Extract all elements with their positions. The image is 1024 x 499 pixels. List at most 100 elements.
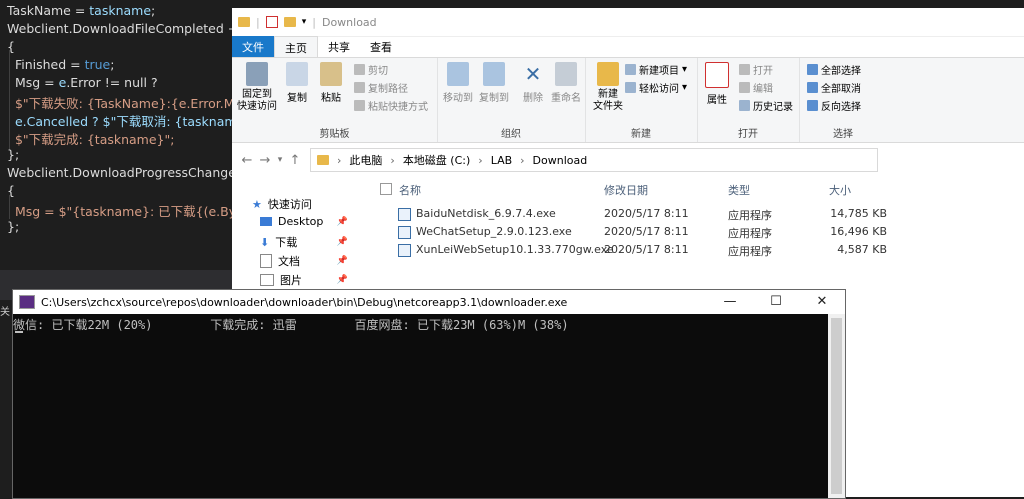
chevron-down-icon: ▾ bbox=[682, 82, 688, 93]
edit-icon bbox=[739, 82, 750, 93]
console-scrollbar[interactable] bbox=[828, 314, 845, 498]
close-button[interactable]: ✕ bbox=[799, 290, 845, 314]
open-group: 属性 打开 编辑 历史记录 打开 bbox=[697, 58, 800, 142]
copy-to-icon bbox=[483, 62, 505, 86]
paste-button[interactable]: 粘贴 bbox=[310, 62, 352, 104]
file-date: 2020/5/17 8:11 bbox=[604, 243, 689, 256]
nav-item-documents[interactable]: 文档 📌 bbox=[260, 253, 348, 269]
pin-quick-access-button[interactable]: 固定到 快速访问 bbox=[236, 62, 278, 113]
file-row[interactable]: BaiduNetdisk_6.9.7.4.exe 2020/5/17 8:11 … bbox=[370, 207, 1024, 225]
window-title: Download bbox=[321, 15, 377, 29]
new-folder-icon[interactable] bbox=[283, 17, 296, 27]
explorer-titlebar[interactable]: | ▾ | Download bbox=[232, 8, 1024, 37]
new-folder-button[interactable]: 新建 文件夹 bbox=[587, 62, 629, 113]
console-titlebar[interactable]: C:\Users\zchcx\source\repos\downloader\d… bbox=[13, 290, 845, 314]
new-item-button[interactable]: 新建项目 ▾ bbox=[625, 62, 687, 77]
file-date: 2020/5/17 8:11 bbox=[604, 225, 689, 238]
minimize-button[interactable]: — bbox=[707, 290, 753, 314]
breadcrumb-item[interactable]: 本地磁盘 (C:) bbox=[403, 152, 470, 168]
pin-icon: 📌 bbox=[336, 216, 348, 227]
column-header-type[interactable]: 类型 bbox=[728, 182, 750, 198]
properties-icon[interactable] bbox=[265, 16, 278, 28]
pin-icon bbox=[246, 62, 268, 86]
tab-share[interactable]: 共享 bbox=[318, 36, 360, 58]
pin-icon: 📌 bbox=[336, 275, 348, 285]
folder-icon bbox=[238, 17, 250, 27]
copy-path-button[interactable]: 复制路径 bbox=[354, 80, 408, 95]
exe-icon bbox=[398, 207, 411, 221]
file-size: 4,587 KB bbox=[837, 243, 887, 256]
tab-home[interactable]: 主页 bbox=[274, 35, 318, 59]
forward-arrow-icon[interactable]: → bbox=[256, 153, 274, 168]
clipboard-group: 固定到 快速访问 复制 粘贴 剪切 复制路径 粘贴快捷方式 剪贴板 bbox=[232, 58, 438, 142]
edit-button[interactable]: 编辑 bbox=[739, 80, 773, 95]
properties-button[interactable]: 属性 bbox=[699, 62, 735, 106]
exe-icon bbox=[398, 243, 411, 257]
chevron-down-icon[interactable]: ▾ bbox=[302, 17, 307, 27]
rename-button[interactable]: 重命名 bbox=[545, 62, 587, 104]
folder-icon bbox=[317, 155, 329, 165]
easy-access-button[interactable]: 轻松访问 ▾ bbox=[625, 80, 687, 95]
file-list: 名称 修改日期 类型 大小 BaiduNetdisk_6.9.7.4.exe 2… bbox=[370, 176, 1024, 290]
code-line: e.Cancelled ? $"下载取消: {taskname} bbox=[7, 114, 253, 129]
code-line: Webclient.DownloadProgressChanged bbox=[7, 165, 244, 180]
copy-to-button[interactable]: 复制到 bbox=[473, 62, 515, 104]
pin-icon: 📌 bbox=[336, 237, 348, 247]
column-header-name[interactable]: 名称 bbox=[399, 182, 421, 198]
cut-button[interactable]: 剪切 bbox=[354, 62, 388, 77]
nav-item-pictures[interactable]: 图片 📌 bbox=[260, 272, 348, 288]
group-label: 剪贴板 bbox=[319, 129, 350, 140]
select-all-button[interactable]: 全部选择 bbox=[807, 62, 861, 77]
explorer-lower-area bbox=[844, 290, 1024, 497]
select-none-button[interactable]: 全部取消 bbox=[807, 80, 861, 95]
new-folder-icon bbox=[597, 62, 619, 86]
back-arrow-icon[interactable]: ← bbox=[238, 153, 256, 168]
console-window[interactable]: C:\Users\zchcx\source\repos\downloader\d… bbox=[12, 289, 846, 499]
nav-item-downloads[interactable]: ⬇ 下载 📌 bbox=[260, 234, 348, 250]
file-row[interactable]: XunLeiWebSetup10.1.33.770gw.exe 2020/5/1… bbox=[370, 243, 1024, 261]
invert-selection-button[interactable]: 反向选择 bbox=[807, 98, 861, 113]
code-line: }; bbox=[7, 147, 20, 162]
up-arrow-icon[interactable]: ↑ bbox=[286, 153, 304, 168]
file-explorer-window[interactable]: | ▾ | Download 文件 主页 共享 查看 固定到 快速访问 复制 粘… bbox=[232, 8, 1024, 290]
column-header-size[interactable]: 大小 bbox=[829, 182, 851, 198]
chevron-right-icon: › bbox=[337, 153, 342, 167]
file-name: BaiduNetdisk_6.9.7.4.exe bbox=[398, 207, 556, 221]
console-title: C:\Users\zchcx\source\repos\downloader\d… bbox=[41, 295, 568, 309]
code-line: }; bbox=[7, 219, 20, 234]
paste-shortcut-icon bbox=[354, 100, 365, 111]
scroll-thumb[interactable] bbox=[831, 318, 842, 494]
download-arrow-icon: ⬇ bbox=[260, 235, 270, 249]
address-bar[interactable]: › 此电脑 › 本地磁盘 (C:) › LAB › Download bbox=[310, 148, 878, 172]
new-group: 新建 文件夹 新建项目 ▾ 轻松访问 ▾ 新建 bbox=[585, 58, 698, 142]
new-item-icon bbox=[625, 64, 636, 75]
history-button[interactable]: 历史记录 bbox=[739, 98, 793, 113]
group-label: 选择 bbox=[833, 129, 853, 140]
console-icon bbox=[19, 295, 35, 309]
rename-icon bbox=[555, 62, 577, 86]
console-output-area[interactable]: 微信: 已下载22M (20%) 下载完成: 迅雷 百度网盘: 已下载23M (… bbox=[13, 314, 845, 498]
code-line: TaskName = taskname; bbox=[7, 3, 156, 18]
breadcrumb-item[interactable]: 此电脑 bbox=[349, 152, 382, 168]
chevron-down-icon[interactable]: ▾ bbox=[274, 155, 286, 165]
easy-access-icon bbox=[625, 82, 636, 93]
text-cursor bbox=[15, 331, 23, 333]
code-line: Msg = e.Error != null ? bbox=[7, 75, 158, 90]
tab-view[interactable]: 查看 bbox=[360, 36, 402, 58]
paste-shortcut-button[interactable]: 粘贴快捷方式 bbox=[354, 98, 428, 113]
breadcrumb-item[interactable]: Download bbox=[533, 154, 588, 167]
nav-item-quick-access[interactable]: ★ 快速访问 bbox=[252, 196, 348, 212]
file-row[interactable]: WeChatSetup_2.9.0.123.exe 2020/5/17 8:11… bbox=[370, 225, 1024, 243]
open-button[interactable]: 打开 bbox=[739, 62, 773, 77]
nav-item-desktop[interactable]: Desktop 📌 bbox=[260, 215, 348, 228]
console-output: 微信: 已下载22M (20%) 下载完成: 迅雷 百度网盘: 已下载23M (… bbox=[13, 318, 569, 332]
tab-file[interactable]: 文件 bbox=[232, 36, 274, 58]
select-all-checkbox[interactable] bbox=[380, 183, 392, 195]
maximize-button[interactable]: ☐ bbox=[753, 290, 799, 314]
column-header-date[interactable]: 修改日期 bbox=[604, 182, 648, 198]
select-group: 全部选择 全部取消 反向选择 选择 bbox=[799, 58, 887, 142]
breadcrumb-item[interactable]: LAB bbox=[491, 154, 512, 167]
group-label: 新建 bbox=[631, 129, 651, 140]
chevron-right-icon: › bbox=[520, 153, 525, 167]
group-label: 组织 bbox=[501, 129, 521, 140]
